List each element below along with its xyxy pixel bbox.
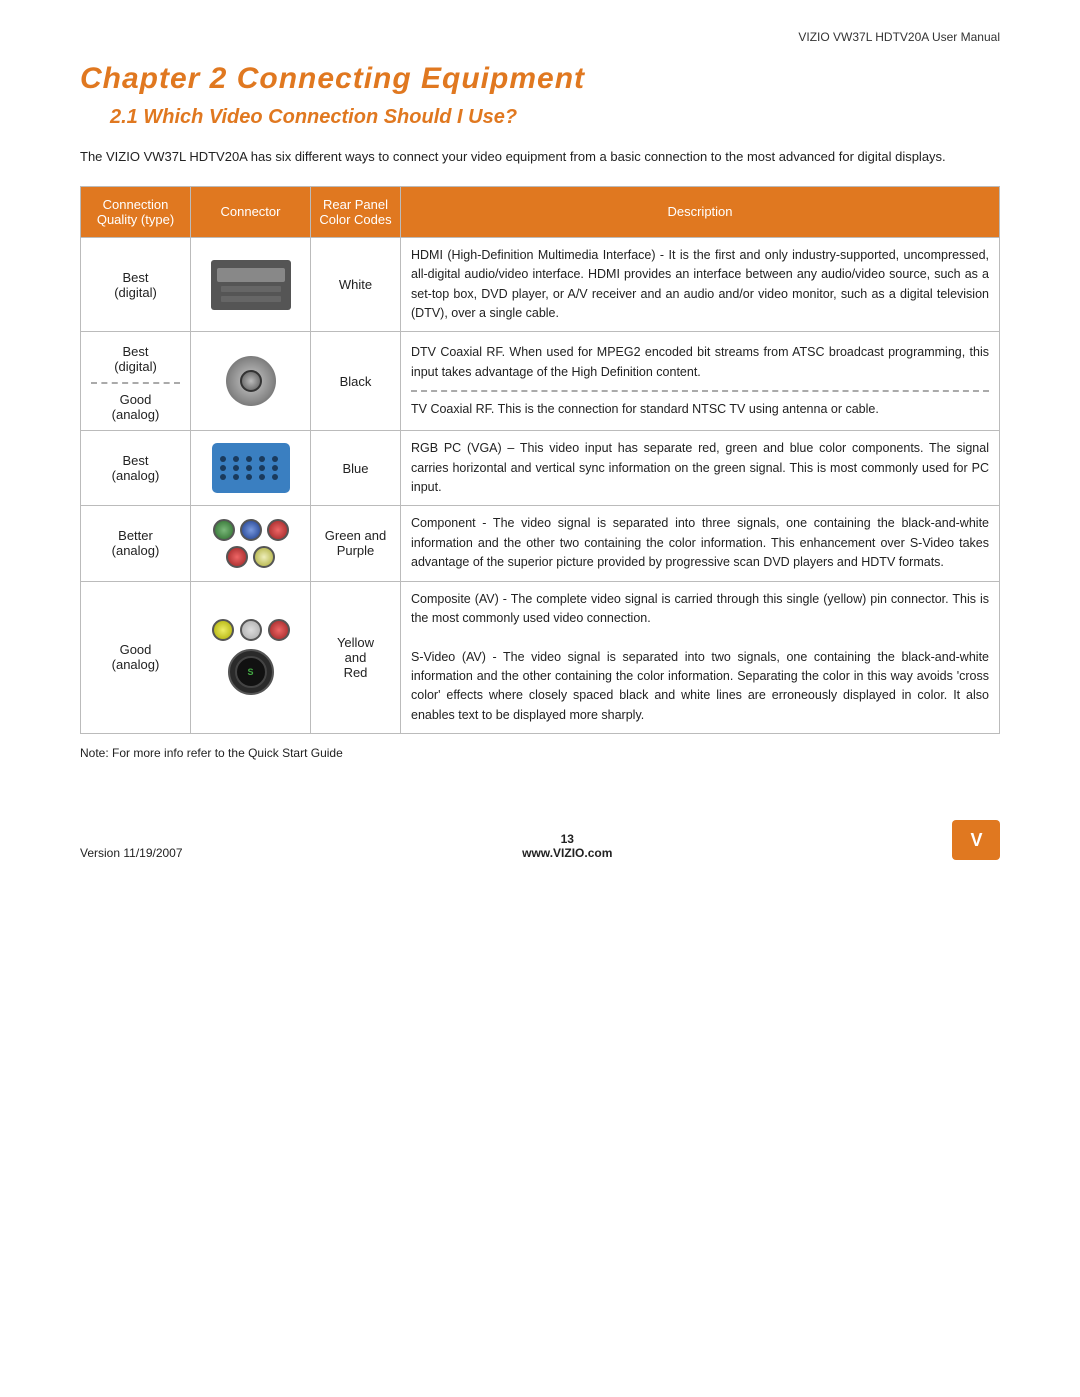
color-cell-2: Black [311, 332, 401, 431]
color-cell-1: White [311, 237, 401, 332]
quality-cell-1: Best(digital) [81, 237, 191, 332]
desc-cell-2: DTV Coaxial RF. When used for MPEG2 enco… [401, 332, 1000, 431]
footer: Version 11/19/2007 13 www.VIZIO.com V [80, 820, 1000, 860]
connector-cell-3 [191, 431, 311, 506]
header-connector: Connector [191, 186, 311, 237]
section-title: 2.1 Which Video Connection Should I Use? [80, 106, 1000, 129]
connection-table: Connection Quality (type) Connector Rear… [80, 186, 1000, 734]
color-cell-4: Green and Purple [311, 506, 401, 581]
color-cell-5: YellowandRed [311, 581, 401, 734]
note-text: Note: For more info refer to the Quick S… [80, 746, 1000, 760]
quality-cell-5: Good(analog) [81, 581, 191, 734]
connector-cell-1 [191, 237, 311, 332]
connector-cell-5: S [191, 581, 311, 734]
quality-cell-3: Best(analog) [81, 431, 191, 506]
chapter-title: Chapter 2 Connecting Equipment [80, 62, 1000, 96]
header-quality: Connection Quality (type) [81, 186, 191, 237]
table-header-row: Connection Quality (type) Connector Rear… [81, 186, 1000, 237]
header-description: Description [401, 186, 1000, 237]
table-row: Better(analog) Green and Purple Componen… [81, 506, 1000, 581]
table-row: Best(analog) [81, 431, 1000, 506]
header-color: Rear Panel Color Codes [311, 186, 401, 237]
vizio-logo: V [952, 820, 1000, 860]
table-row: Best(digital) White HDMI (High-Definitio… [81, 237, 1000, 332]
desc-cell-4: Component - The video signal is separate… [401, 506, 1000, 581]
desc-cell-5: Composite (AV) - The complete video sign… [401, 581, 1000, 734]
manual-title: VIZIO VW37L HDTV20A User Manual [80, 30, 1000, 44]
footer-page: 13 www.VIZIO.com [522, 832, 612, 860]
color-cell-3: Blue [311, 431, 401, 506]
desc-cell-1: HDMI (High-Definition Multimedia Interfa… [401, 237, 1000, 332]
desc-cell-3: RGB PC (VGA) – This video input has sepa… [401, 431, 1000, 506]
table-row: Best(digital) Good(analog) Black DTV Coa… [81, 332, 1000, 431]
intro-paragraph: The VIZIO VW37L HDTV20A has six differen… [80, 147, 1000, 168]
quality-cell-4: Better(analog) [81, 506, 191, 581]
footer-version: Version 11/19/2007 [80, 846, 183, 860]
table-row: Good(analog) S YellowandRed Composite (A… [81, 581, 1000, 734]
connector-cell-2 [191, 332, 311, 431]
connector-cell-4 [191, 506, 311, 581]
quality-cell-2: Best(digital) Good(analog) [81, 332, 191, 431]
